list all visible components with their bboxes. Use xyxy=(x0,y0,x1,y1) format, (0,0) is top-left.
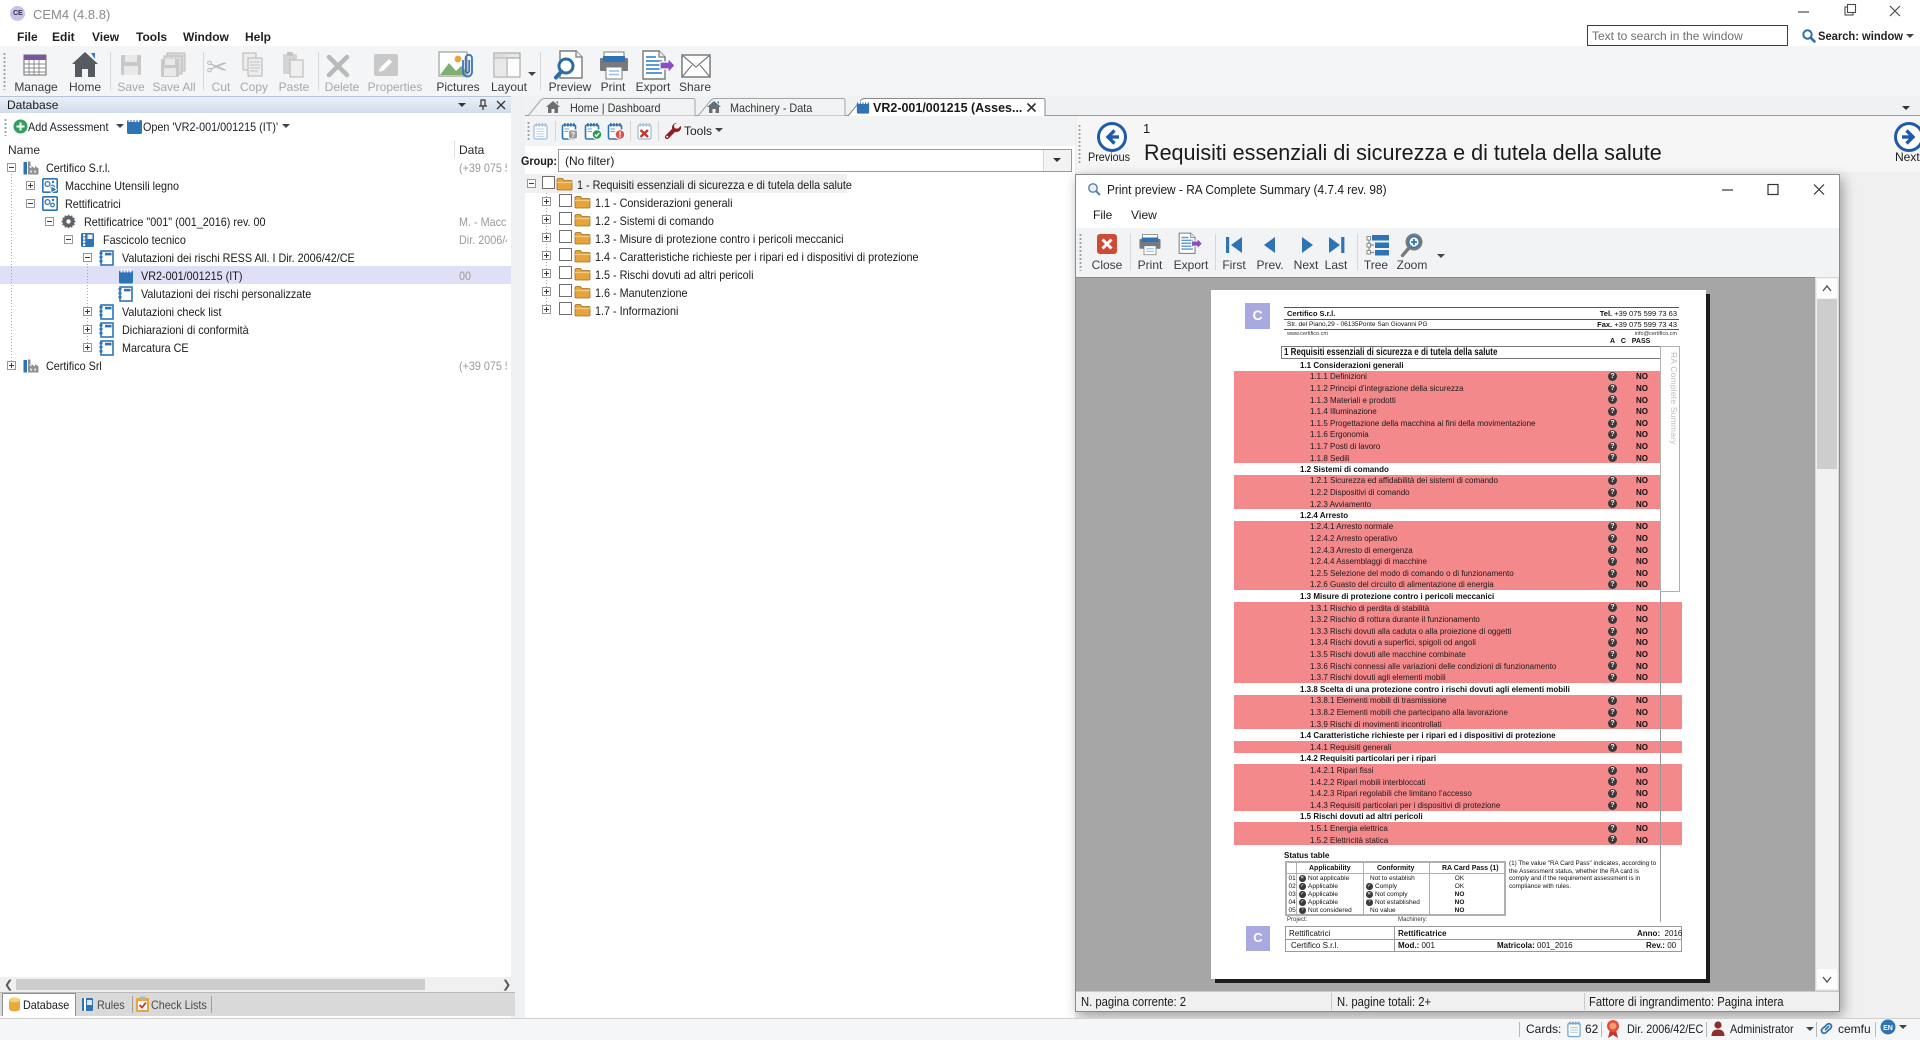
svg-text:?: ? xyxy=(571,132,575,139)
svg-text:EN: EN xyxy=(1883,1025,1893,1032)
